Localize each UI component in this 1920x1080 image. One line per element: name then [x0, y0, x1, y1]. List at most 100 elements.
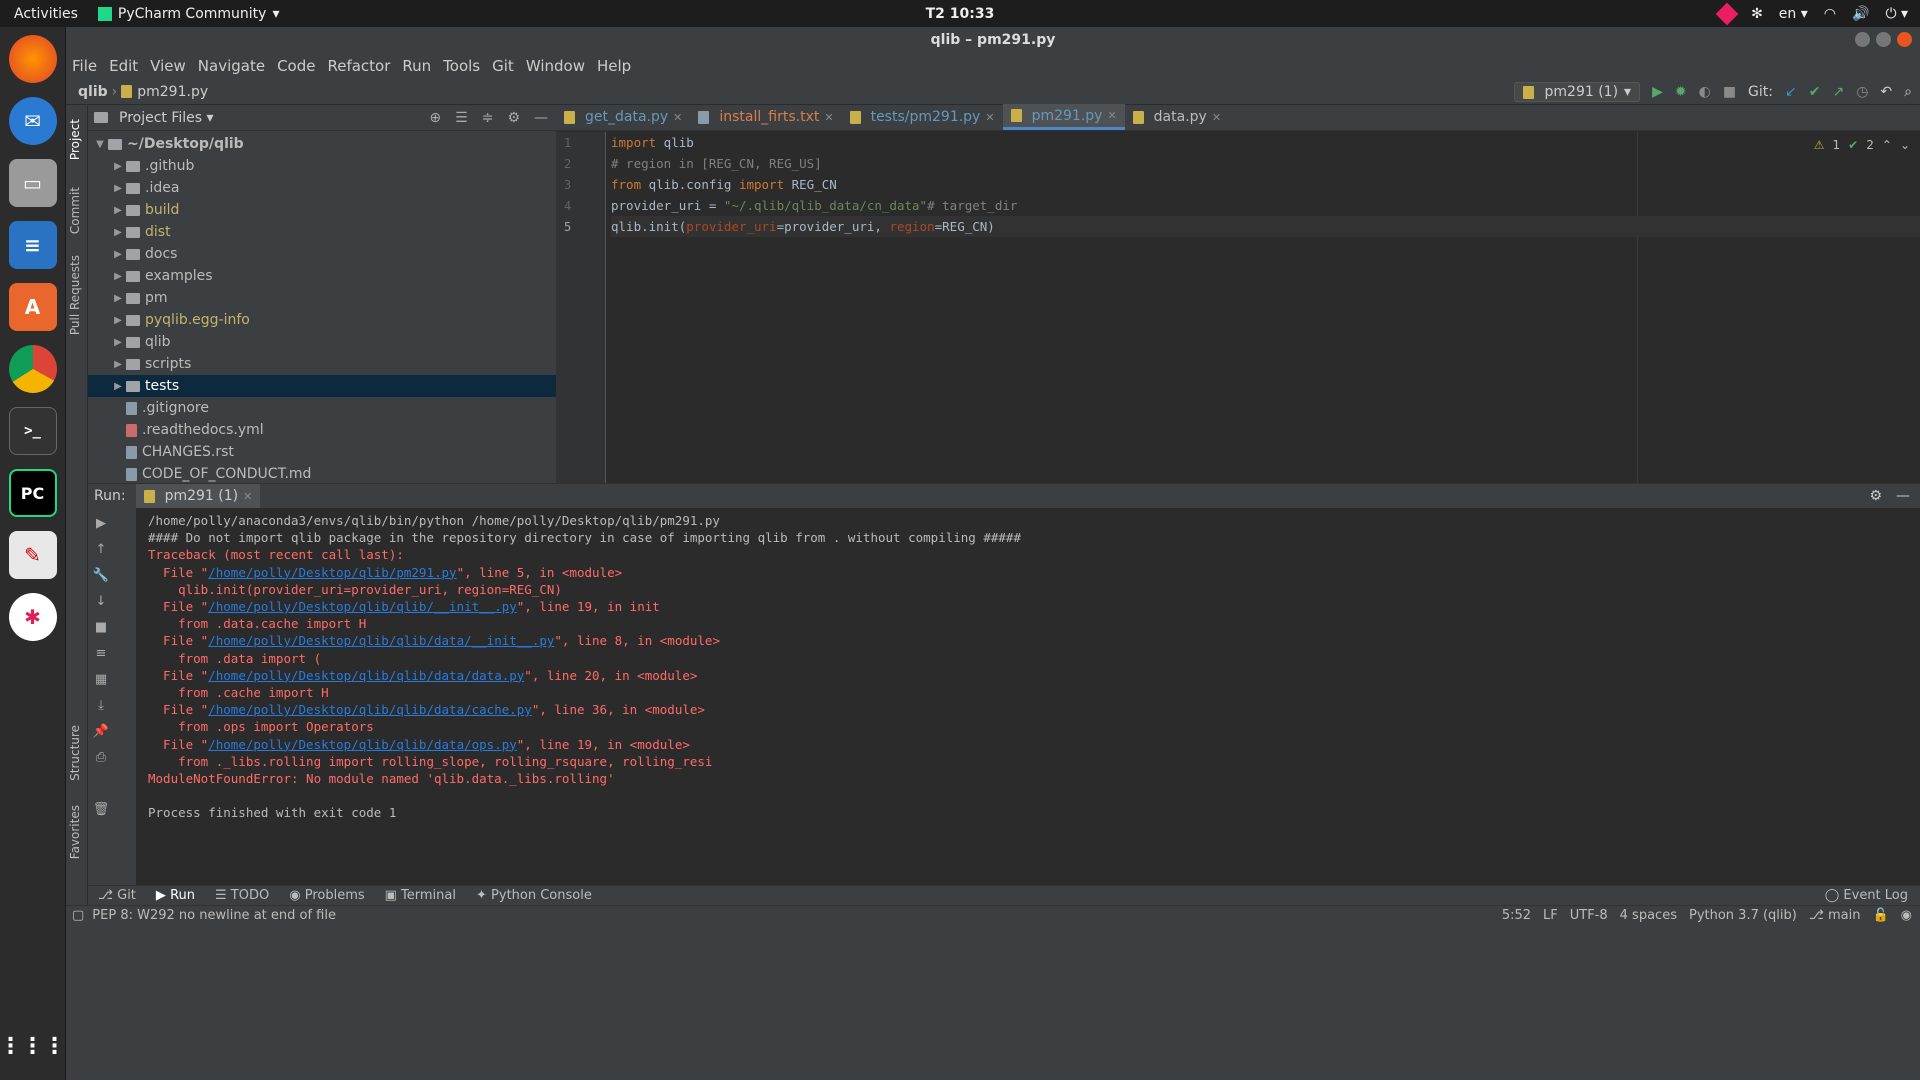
- pdf-reader-icon[interactable]: ✎: [8, 531, 57, 579]
- chevron-right-icon[interactable]: ▶: [110, 271, 126, 282]
- event-log-button[interactable]: ◯ Event Log: [1825, 888, 1908, 903]
- file-encoding[interactable]: UTF-8: [1570, 908, 1608, 923]
- locate-icon[interactable]: ⊕: [429, 110, 441, 126]
- chevron-up-icon[interactable]: ⌃: [1882, 138, 1892, 152]
- git-push-icon[interactable]: ↗: [1832, 85, 1844, 99]
- inspection-widget[interactable]: ⚠ 1 ✔ 2 ⌃ ⌄: [1814, 138, 1910, 152]
- tool-tab-run[interactable]: ▶ Run: [156, 888, 195, 903]
- maximize-button[interactable]: [1876, 32, 1891, 47]
- tree-folder[interactable]: ▶ examples: [88, 265, 556, 287]
- chevron-right-icon[interactable]: ▶: [110, 183, 126, 194]
- tab-pm291[interactable]: pm291.py ✕: [1002, 104, 1125, 130]
- tab-tests-pm291[interactable]: tests/pm291.py ✕: [842, 104, 1003, 130]
- pin-icon[interactable]: 📌: [92, 722, 110, 740]
- pycharm-dock-icon[interactable]: PC: [8, 469, 57, 517]
- slack-tray-icon[interactable]: ✻: [1751, 6, 1763, 22]
- rerun-icon[interactable]: ▶: [92, 514, 110, 532]
- stop-icon[interactable]: ■: [1723, 85, 1736, 99]
- close-tab-icon[interactable]: ✕: [673, 111, 682, 124]
- menu-navigate[interactable]: Navigate: [198, 57, 265, 75]
- menu-run[interactable]: Run: [402, 57, 431, 75]
- tree-file[interactable]: CHANGES.rst: [88, 441, 556, 463]
- collapse-all-icon[interactable]: ≑: [482, 110, 494, 126]
- stop-icon[interactable]: ■: [92, 618, 110, 636]
- status-message[interactable]: PEP 8: W292 no newline at end of file: [92, 908, 336, 923]
- chevron-right-icon[interactable]: ▶: [110, 161, 126, 172]
- chevron-right-icon[interactable]: ▶: [110, 205, 126, 216]
- wrench-icon[interactable]: 🔧: [92, 566, 110, 584]
- rollback-icon[interactable]: ↶: [1880, 85, 1892, 99]
- code-line[interactable]: from qlib.config import REG_CN: [611, 174, 1920, 195]
- toolbox-icon[interactable]: [1715, 2, 1739, 25]
- terminal-icon[interactable]: >_: [8, 407, 57, 455]
- close-tab-icon[interactable]: ✕: [1212, 111, 1221, 124]
- interpreter-selector[interactable]: Python 3.7 (qlib): [1689, 908, 1797, 923]
- minimize-button[interactable]: [1855, 32, 1870, 47]
- close-button[interactable]: [1897, 32, 1912, 47]
- activities-button[interactable]: Activities: [0, 6, 92, 22]
- tab-get-data[interactable]: get_data.py ✕: [556, 104, 690, 130]
- arrow-up-icon[interactable]: ↑: [92, 540, 110, 558]
- tree-folder[interactable]: ▶ pm: [88, 287, 556, 309]
- expand-all-icon[interactable]: ☰: [455, 110, 468, 126]
- chevron-right-icon[interactable]: ▶: [110, 227, 126, 238]
- tool-tab-pull-requests[interactable]: Pull Requests: [68, 255, 82, 335]
- git-history-icon[interactable]: ◷: [1856, 85, 1868, 99]
- git-update-icon[interactable]: ↙: [1785, 85, 1797, 99]
- menu-refactor[interactable]: Refactor: [327, 57, 390, 75]
- gear-icon[interactable]: ⚙: [1869, 488, 1882, 504]
- tree-folder[interactable]: ▶ qlib: [88, 331, 556, 353]
- breadcrumb-project[interactable]: qlib: [78, 84, 108, 100]
- print-icon[interactable]: ⎙: [92, 748, 110, 766]
- coverage-icon[interactable]: ◐: [1699, 85, 1711, 99]
- code-editor[interactable]: import qlib # region in [REG_CN, REG_US]…: [611, 132, 1920, 237]
- project-view-selector[interactable]: Project Files ▾: [119, 110, 214, 126]
- traceback-file-link[interactable]: /home/polly/Desktop/qlib/qlib/data/cache…: [208, 702, 532, 717]
- run-console[interactable]: /home/polly/anaconda3/envs/qlib/bin/pyth…: [148, 512, 1920, 821]
- caret-position[interactable]: 5:52: [1502, 908, 1531, 923]
- code-line[interactable]: # region in [REG_CN, REG_US]: [611, 153, 1920, 174]
- power-icon[interactable]: ⏻ ▾: [1885, 6, 1908, 22]
- firefox-icon[interactable]: [8, 35, 57, 83]
- show-apps-icon[interactable]: ⋮⋮⋮: [0, 1022, 66, 1070]
- menu-view[interactable]: View: [150, 57, 186, 75]
- indent-setting[interactable]: 4 spaces: [1620, 908, 1677, 923]
- code-line[interactable]: import qlib: [611, 132, 1920, 153]
- tool-tab-project[interactable]: Project: [68, 119, 82, 160]
- slack-icon[interactable]: ✱: [8, 593, 57, 641]
- chevron-right-icon[interactable]: ▶: [110, 337, 126, 348]
- chevron-right-icon[interactable]: ▶: [110, 315, 126, 326]
- tree-folder[interactable]: ▶ tests: [88, 375, 556, 397]
- debug-icon[interactable]: ✹: [1675, 85, 1687, 99]
- tool-tab-terminal[interactable]: ▣ Terminal: [385, 888, 456, 903]
- tool-tab-structure[interactable]: Structure: [68, 725, 82, 781]
- tree-file[interactable]: .readthedocs.yml: [88, 419, 556, 441]
- git-commit-icon[interactable]: ✔: [1809, 85, 1821, 99]
- menu-file[interactable]: File: [72, 57, 97, 75]
- tree-folder[interactable]: ▶ pyqlib.egg-info: [88, 309, 556, 331]
- scroll-to-end-icon[interactable]: ⤓: [92, 696, 110, 714]
- tab-install-firts[interactable]: install_firts.txt ✕: [690, 104, 841, 130]
- chevron-right-icon[interactable]: ▶: [110, 359, 126, 370]
- traceback-file-link[interactable]: /home/polly/Desktop/qlib/qlib/data/ops.p…: [208, 737, 517, 752]
- close-tab-icon[interactable]: ✕: [985, 111, 994, 124]
- traceback-file-link[interactable]: /home/polly/Desktop/qlib/pm291.py: [208, 565, 456, 580]
- chevron-down-icon[interactable]: ▼: [92, 139, 108, 150]
- thunderbird-icon[interactable]: ✉: [8, 97, 57, 145]
- tree-folder[interactable]: ▶ .idea: [88, 177, 556, 199]
- traceback-file-link[interactable]: /home/polly/Desktop/qlib/qlib/data/data.…: [208, 668, 524, 683]
- tree-folder[interactable]: ▶ dist: [88, 221, 556, 243]
- tool-tab-problems[interactable]: ◉ Problems: [289, 888, 364, 903]
- tree-folder[interactable]: ▶ build: [88, 199, 556, 221]
- tree-folder[interactable]: ▶ scripts: [88, 353, 556, 375]
- chevron-right-icon[interactable]: ▶: [110, 381, 126, 392]
- tree-folder[interactable]: ▶ docs: [88, 243, 556, 265]
- run-icon[interactable]: ▶: [1652, 85, 1663, 99]
- menu-help[interactable]: Help: [597, 57, 631, 75]
- tool-tab-commit[interactable]: Commit: [68, 187, 82, 234]
- notifications-icon[interactable]: ◉: [1901, 908, 1912, 923]
- trash-icon[interactable]: 🗑: [92, 800, 110, 818]
- files-icon[interactable]: ▭: [8, 159, 57, 207]
- traceback-file-link[interactable]: /home/polly/Desktop/qlib/qlib/__init__.p…: [208, 599, 517, 614]
- line-separator[interactable]: LF: [1543, 908, 1558, 923]
